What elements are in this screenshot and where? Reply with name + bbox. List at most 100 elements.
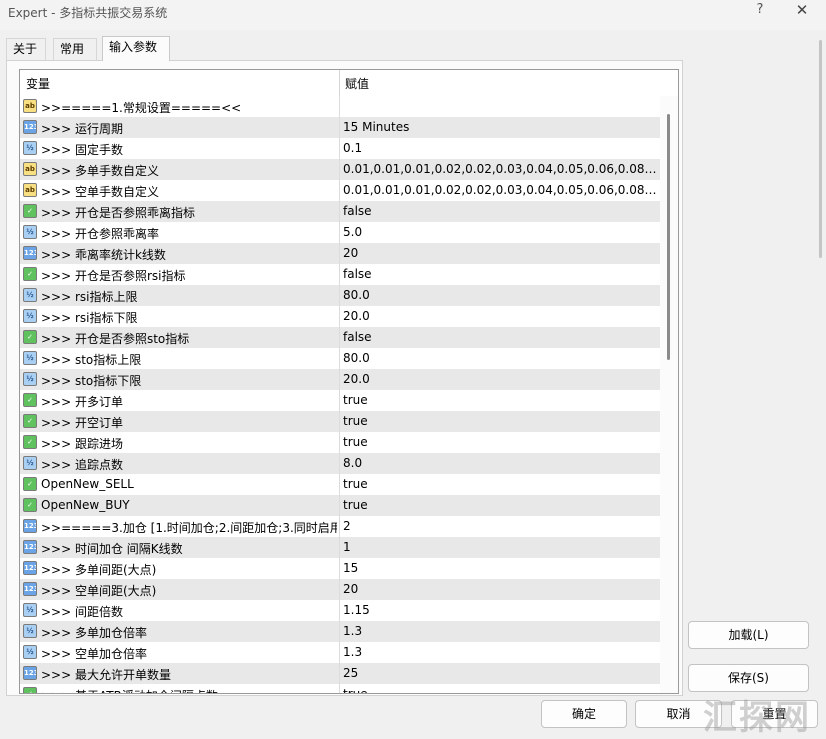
close-button[interactable]: ✕ [790, 1, 814, 25]
tab-inputs[interactable]: 输入参数 [102, 36, 170, 61]
parameter-row[interactable]: ✓ >>> 开仓是否参照sto指标 false [20, 327, 660, 348]
grid-scrollbar[interactable] [660, 96, 678, 693]
parameter-value[interactable]: 0.1 [343, 141, 658, 155]
string-type-icon: ab [23, 162, 37, 176]
parameter-row[interactable]: ab >>> 空单手数自定义 0.01,0.01,0.01,0.02,0.02,0.… [20, 180, 660, 201]
parameter-name: >>> 空单手数自定义 [41, 185, 159, 199]
parameter-row[interactable]: ½ >>> rsi指标上限 80.0 [20, 285, 660, 306]
boolean-type-icon: ✓ [23, 204, 37, 218]
integer-type-icon: 123 [23, 540, 37, 554]
parameter-value[interactable]: 80.0 [343, 288, 658, 302]
column-divider [339, 390, 340, 411]
parameter-name: >>> 基于ATR浮动加仓间隔点数 [41, 687, 337, 693]
parameter-row[interactable]: ab >>> 多单手数自定义 0.01,0.01,0.01,0.02,0.02,0.… [20, 159, 660, 180]
parameter-value[interactable]: 5.0 [343, 225, 658, 239]
parameter-value[interactable]: 8.0 [343, 456, 658, 470]
parameter-value[interactable]: false [343, 330, 658, 344]
string-type-icon: ab [23, 183, 37, 197]
help-button[interactable]: ? [750, 2, 770, 24]
parameter-name: >>> 固定手数 [41, 143, 123, 157]
parameter-value[interactable]: 20 [343, 246, 658, 260]
parameter-row[interactable]: 123 >>> 空单间距(大点) 20 [20, 579, 660, 600]
parameter-value[interactable]: false [343, 204, 658, 218]
parameter-value[interactable]: 15 [343, 561, 658, 575]
parameter-name: >>> 开多订单 [41, 395, 123, 409]
parameter-row[interactable]: ✓ >>> 开空订单 true [20, 411, 660, 432]
parameter-row[interactable]: ½ >>> sto指标下限 20.0 [20, 369, 660, 390]
header-variable[interactable]: 变量 [26, 75, 50, 92]
grid-scrollbar-thumb[interactable] [667, 114, 670, 360]
parameter-row[interactable]: ✓ OpenNew_BUY true [20, 495, 660, 516]
parameter-value[interactable]: 0.01,0.01,0.01,0.02,0.02,0.03,0.04,0.05,… [343, 162, 658, 176]
double-type-icon: ½ [23, 288, 37, 302]
parameter-row[interactable]: ✓ OpenNew_SELL true [20, 474, 660, 495]
boolean-type-icon: ✓ [23, 477, 37, 491]
parameter-row[interactable]: ½ >>> 追踪点数 8.0 [20, 453, 660, 474]
header-value[interactable]: 赋值 [345, 75, 369, 92]
parameter-value[interactable]: true [343, 393, 658, 407]
parameter-value[interactable]: true [343, 477, 658, 491]
parameter-row[interactable]: ✓ >>> 基于ATR浮动加仓间隔点数 true [20, 684, 660, 693]
cancel-button[interactable]: 取消 [635, 700, 722, 728]
parameter-row[interactable]: 123 >>=====3.加仓 [1.时间加仓;2.间距加仓;3.同时启用... 2 [20, 516, 660, 537]
parameter-value[interactable]: 20.0 [343, 372, 658, 386]
column-divider [339, 663, 340, 684]
parameter-row[interactable]: ✓ >>> 开仓是否参照rsi指标 false [20, 264, 660, 285]
boolean-type-icon: ✓ [23, 498, 37, 512]
parameter-value[interactable]: 1.3 [343, 624, 658, 638]
parameter-value[interactable]: false [343, 267, 658, 281]
column-divider [339, 579, 340, 600]
parameter-name: >>> rsi指标下限 [41, 311, 138, 325]
parameter-row[interactable]: ½ >>> 空单加仓倍率 1.3 [20, 642, 660, 663]
parameter-value[interactable]: 20.0 [343, 309, 658, 323]
parameter-value[interactable]: 1.15 [343, 603, 658, 617]
parameter-row[interactable]: 123 >>> 最大允许开单数量 25 [20, 663, 660, 684]
parameter-value[interactable]: 25 [343, 666, 658, 680]
parameter-row[interactable]: ½ >>> 多单加仓倍率 1.3 [20, 621, 660, 642]
parameter-row[interactable]: ✓ >>> 跟踪进场 true [20, 432, 660, 453]
parameter-row[interactable]: ½ >>> sto指标上限 80.0 [20, 348, 660, 369]
parameter-value[interactable]: true [343, 687, 658, 693]
parameter-row[interactable]: ½ >>> rsi指标下限 20.0 [20, 306, 660, 327]
parameter-name: >>> 开仓是否参照rsi指标 [41, 269, 186, 283]
parameter-value[interactable]: 15 Minutes [343, 120, 658, 134]
parameter-name: >>> 多单间距(大点) [41, 563, 157, 577]
parameter-row[interactable]: ✓ >>> 开多订单 true [20, 390, 660, 411]
parameter-value[interactable]: true [343, 414, 658, 428]
parameter-row[interactable]: ✓ >>> 开仓是否参照乖离指标 false [20, 201, 660, 222]
tab-about[interactable]: 关于 [6, 38, 46, 60]
parameter-row[interactable]: 123 >>> 运行周期 15 Minutes [20, 117, 660, 138]
parameter-value[interactable]: true [343, 498, 658, 512]
parameter-row[interactable]: ½ >>> 开仓参照乖离率 5.0 [20, 222, 660, 243]
ok-button[interactable]: 确定 [541, 700, 627, 728]
parameter-row[interactable]: 123 >>> 时间加仓 间隔K线数 1 [20, 537, 660, 558]
parameter-row[interactable]: ½ >>> 固定手数 0.1 [20, 138, 660, 159]
parameter-name: >>> 多单加仓倍率 [41, 626, 147, 640]
parameter-row[interactable]: ½ >>> 间距倍数 1.15 [20, 600, 660, 621]
load-button[interactable]: 加载(L) [688, 621, 809, 649]
save-button[interactable]: 保存(S) [688, 664, 809, 692]
double-type-icon: ½ [23, 351, 37, 365]
parameter-value[interactable]: 2 [343, 519, 658, 533]
parameter-value[interactable]: 1 [343, 540, 658, 554]
parameter-row[interactable]: 123 >>> 乖离率统计k线数 20 [20, 243, 660, 264]
parameter-value[interactable]: true [343, 435, 658, 449]
column-divider [339, 180, 340, 201]
column-divider [339, 600, 340, 621]
tab-common[interactable]: 常用 [53, 38, 97, 60]
parameter-value[interactable]: 0.01,0.01,0.01,0.02,0.02,0.03,0.04,0.05,… [343, 183, 658, 197]
header-divider[interactable] [339, 70, 340, 96]
parameter-name: >>> 追踪点数 [41, 458, 123, 472]
column-divider [339, 369, 340, 390]
column-divider [339, 327, 340, 348]
parameter-row[interactable]: ab >>=====1.常规设置=====<< [20, 96, 660, 117]
parameter-name: >>> 乖离率统计k线数 [41, 248, 166, 262]
dialog-scrollbar[interactable] [819, 40, 822, 258]
parameter-name: >>> sto指标上限 [41, 353, 142, 367]
double-type-icon: ½ [23, 645, 37, 659]
parameter-value[interactable]: 1.3 [343, 645, 658, 659]
parameter-value[interactable]: 20 [343, 582, 658, 596]
reset-button[interactable]: 重置 [731, 700, 818, 728]
parameter-value[interactable]: 80.0 [343, 351, 658, 365]
parameter-row[interactable]: 123 >>> 多单间距(大点) 15 [20, 558, 660, 579]
